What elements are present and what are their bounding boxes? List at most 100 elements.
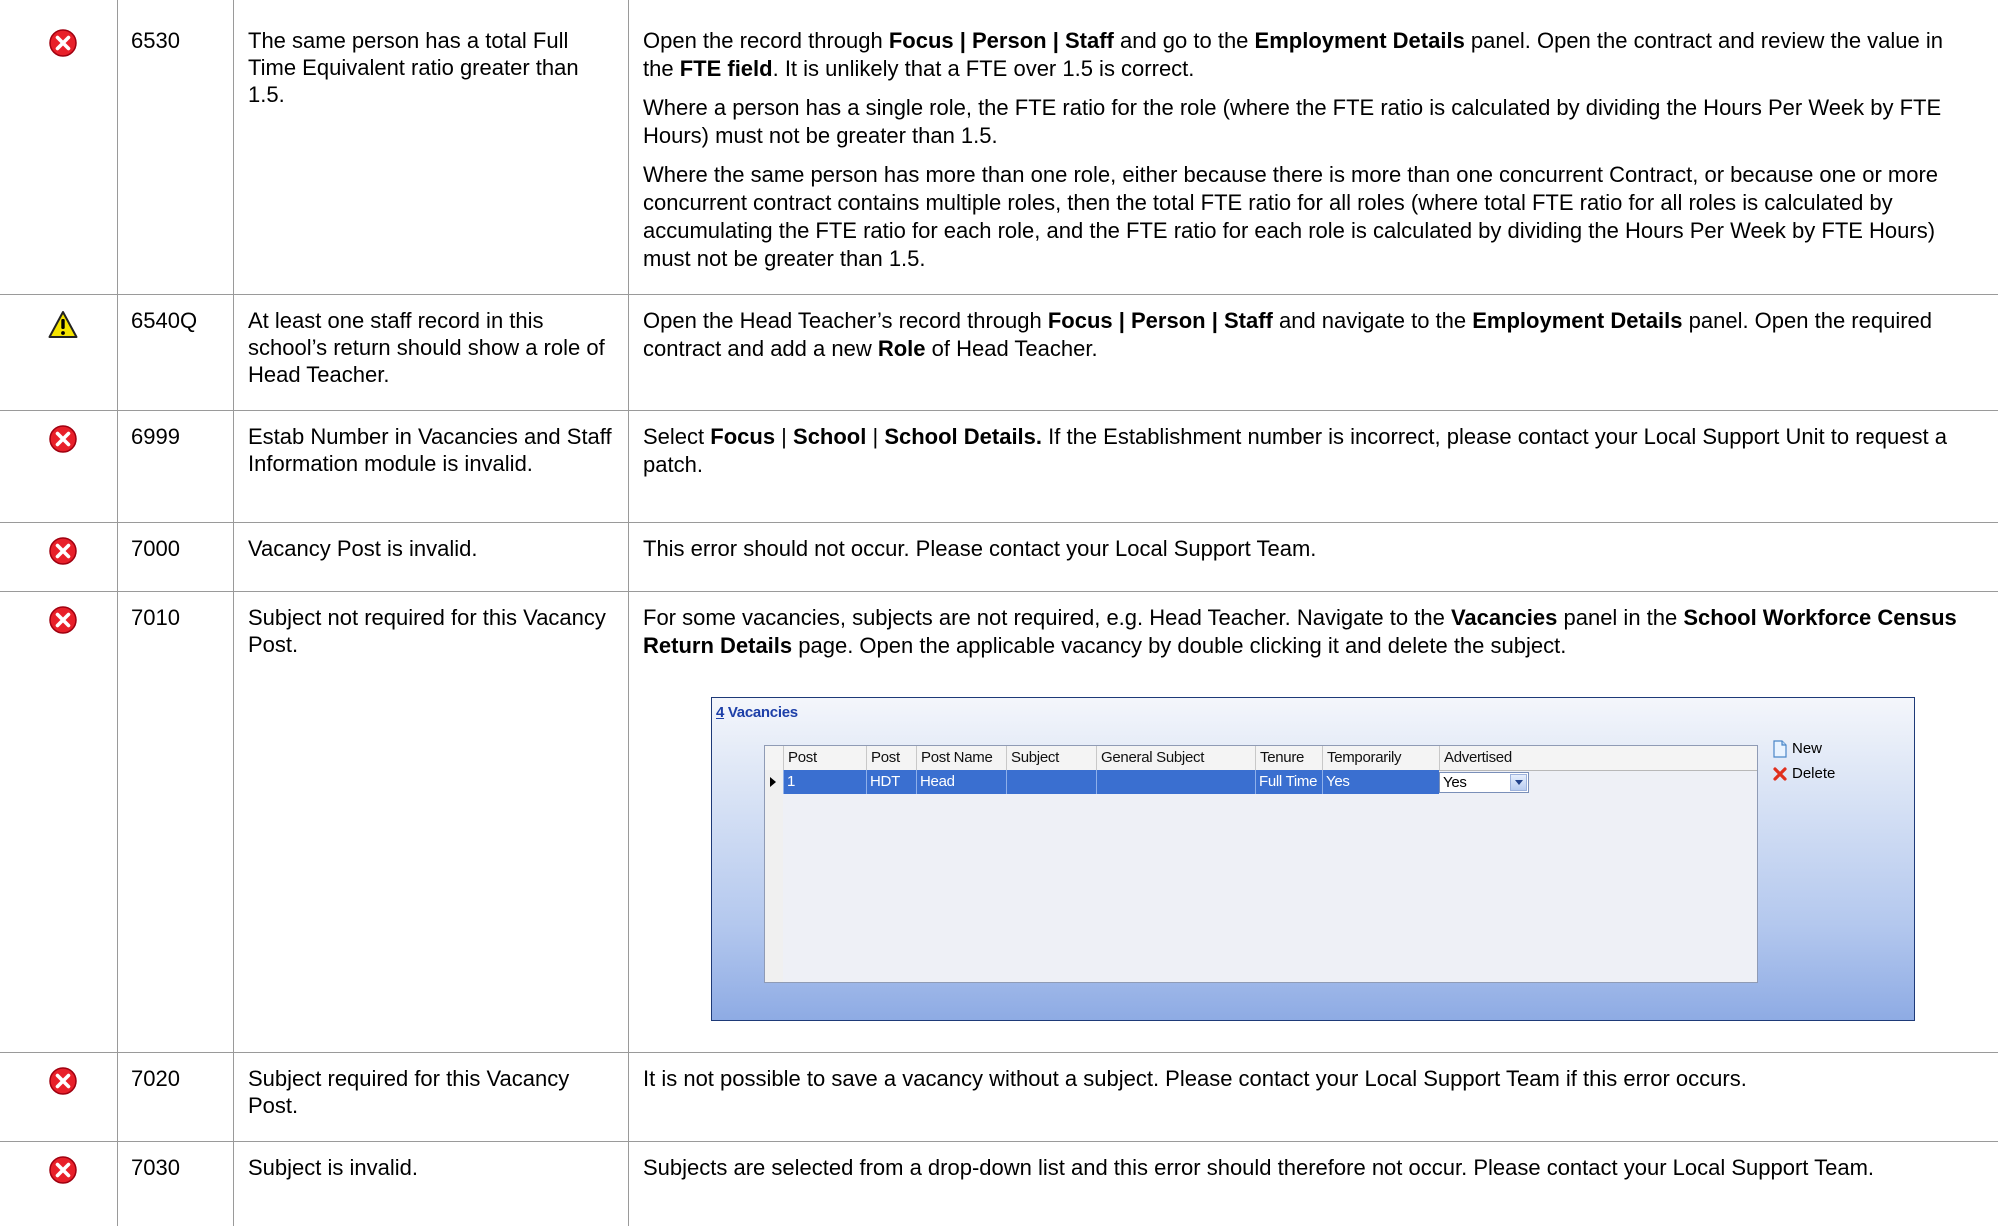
table-row: 7030 Subject is invalid. Subjects are se… [0,1141,1998,1226]
new-button[interactable]: New [1772,738,1822,760]
error-description: At least one staff record in this school… [248,308,605,387]
text-run: Select [643,424,711,449]
resolution-paragraph: Select Focus | School | School Details. … [643,423,1973,479]
bold-text: Focus [710,424,776,449]
error-resolution: Open the record through Focus | Person |… [643,27,1973,273]
new-document-icon [1773,740,1787,758]
resolution-paragraph: This error should not occur. Please cont… [643,535,1973,563]
table-row: 6999 Estab Number in Vacancies and Staff… [0,410,1998,522]
panel-number: 4 [716,704,725,721]
error-circle-x-icon [49,537,77,565]
error-resolution: Open the Head Teacher’s record through F… [643,307,1973,363]
cell-post-number[interactable]: 1 [783,770,866,794]
error-resolution: It is not possible to save a vacancy wit… [643,1065,1973,1093]
error-resolution: Subjects are selected from a drop-down l… [643,1154,1973,1182]
error-description: The same person has a total Full Time Eq… [248,28,579,107]
vacancies-grid[interactable]: Post Number Post Post Name Subject Code … [764,745,1758,983]
bold-text: Focus | Person | Staff [888,28,1114,53]
error-circle-x-icon [49,1067,77,1095]
cell-general-subject[interactable] [1096,770,1255,794]
table-row: 6540Q At least one staff record in this … [0,294,1998,410]
warning-triangle-icon [48,311,78,338]
row-selector-column [765,794,784,982]
panel-title-text: Vacancies [727,704,798,721]
chevron-down-icon[interactable] [1510,774,1527,791]
error-resolution: Select Focus | School | School Details. … [643,423,1973,479]
text-run: . It is unlikely that a FTE over 1.5 is … [772,56,1195,81]
advertised-select[interactable]: Yes [1439,772,1529,793]
column-header-post[interactable]: Post [866,746,916,770]
resolution-paragraph: Where a person has a single role, the FT… [643,94,1973,150]
text-run: and navigate to the [1272,308,1473,333]
text-run: Subjects are selected from a drop-down l… [643,1155,1875,1180]
table-row: 7000 Vacancy Post is invalid. This error… [0,522,1998,591]
bold-text: FTE field [679,56,773,81]
grid-empty-area [783,794,1757,982]
cell-temporarily-filled[interactable]: Yes [1322,770,1439,794]
error-circle-x-icon [49,606,77,634]
error-resolution: For some vacancies, subjects are not req… [643,604,1973,660]
error-description: Subject required for this Vacancy Post. [248,1066,570,1118]
row-pointer-icon [765,770,784,794]
error-description: Vacancy Post is invalid. [248,536,478,561]
resolution-paragraph: Open the Head Teacher’s record through F… [643,307,1973,363]
vacancies-panel-screenshot: 4 Vacancies Post Number Post Post Name S… [711,697,1915,1021]
text-run: | [866,424,885,449]
error-code: 7000 [131,536,180,561]
bold-text: Employment Details [1254,28,1465,53]
column-header-tenure[interactable]: Tenure [1255,746,1322,770]
text-run: | [775,424,794,449]
column-header-subject-code[interactable]: Subject Code [1006,746,1096,790]
text-run: Open the Head Teacher’s record through [643,308,1048,333]
resolution-paragraph: Where the same person has more than one … [643,161,1973,273]
resolution-paragraph: It is not possible to save a vacancy wit… [643,1065,1973,1093]
cell-post-name[interactable]: Head teacher [916,770,1006,814]
table-row: 7020 Subject required for this Vacancy P… [0,1052,1998,1141]
error-code: 6999 [131,424,180,449]
delete-button-label: Delete [1792,765,1836,782]
text-run: of Head Teacher. [925,336,1098,361]
error-code: 6540Q [131,308,198,333]
bold-text: Vacancies [1450,605,1558,630]
delete-button[interactable]: Delete [1772,763,1835,785]
text-run: Where a person has a single role, the FT… [643,95,1942,148]
cell-tenure[interactable]: Full Time [1255,770,1322,794]
resolution-paragraph: For some vacancies, subjects are not req… [643,604,1973,660]
advertised-select-value: Yes [1443,774,1467,791]
table-row: 6530 The same person has a total Full Ti… [0,14,1998,294]
column-header-temporarily-filled[interactable]: Temporarily Filled [1322,746,1439,790]
error-code: 7010 [131,605,180,630]
text-run: page. Open the applicable vacancy by dou… [792,633,1567,658]
column-header-general-subject[interactable]: General Subject [1096,746,1255,770]
text-run: and go to the [1113,28,1255,53]
column-header-advertised[interactable]: Advertised [1439,746,1529,770]
new-button-label: New [1792,740,1823,757]
vacancies-panel-title[interactable]: 4 Vacancies [716,704,798,721]
text-run: For some vacancies, subjects are not req… [643,605,1451,630]
vacancy-row[interactable]: 1 HDT Head teacher Full Time Yes Yes [765,770,1757,814]
column-header-post-name[interactable]: Post Name [916,746,1006,770]
text-run: panel in the [1557,605,1684,630]
resolution-paragraph: Open the record through Focus | Person |… [643,27,1973,83]
resolution-paragraph: Subjects are selected from a drop-down l… [643,1154,1973,1182]
error-code: 7020 [131,1066,180,1091]
bold-text: Employment Details [1472,308,1683,333]
error-circle-x-icon [49,29,77,57]
column-header-post-number[interactable]: Post Number [783,746,866,790]
error-description: Subject is invalid. [248,1155,418,1180]
cell-post[interactable]: HDT [866,770,916,794]
bold-text: School Details. [884,424,1043,449]
text-run: This error should not occur. Please cont… [643,536,1317,561]
text-run: It is not possible to save a vacancy wit… [643,1066,1747,1091]
bold-text: Focus | Person | Staff [1047,308,1273,333]
error-circle-x-icon [49,425,77,453]
cell-subject-code[interactable] [1006,770,1096,794]
delete-x-icon [1773,767,1787,781]
error-circle-x-icon [49,1156,77,1184]
error-description: Subject not required for this Vacancy Po… [248,605,606,657]
bold-text: Role [877,336,926,361]
error-resolution: This error should not occur. Please cont… [643,535,1973,563]
text-run: Where the same person has more than one … [643,162,1939,271]
error-description: Estab Number in Vacancies and Staff Info… [248,424,612,476]
error-code: 6530 [131,28,180,53]
